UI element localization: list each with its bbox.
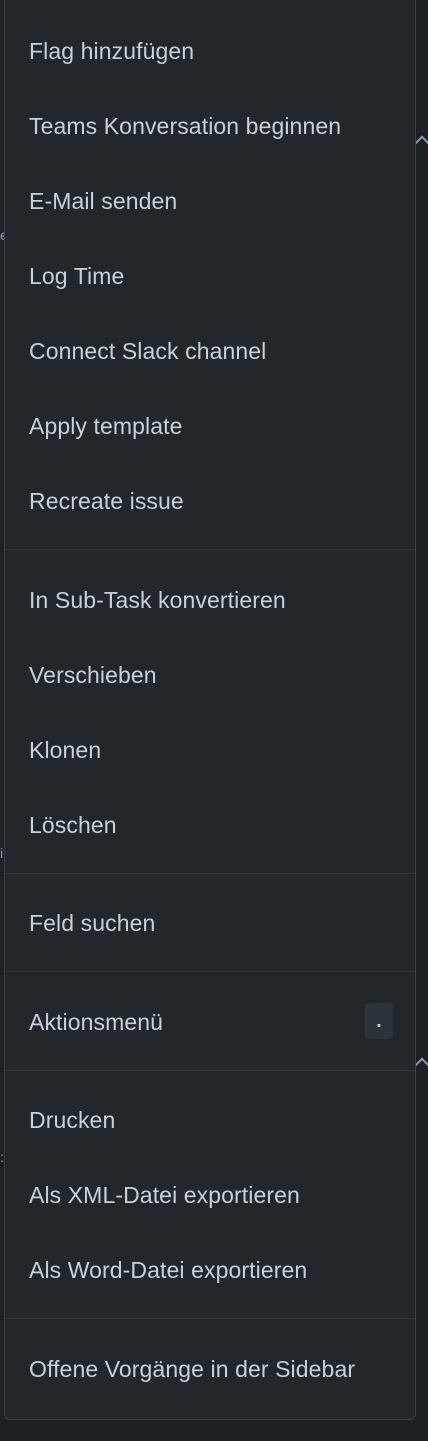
keyboard-shortcut-badge: . (365, 1003, 393, 1039)
menu-item-label: Als Word-Datei exportieren (29, 1256, 308, 1283)
menu-item-find-field[interactable]: Feld suchen (5, 887, 415, 959)
menu-item-actions-menu[interactable]: Aktionsmenü . (5, 986, 415, 1058)
menu-item-label: Als XML-Datei exportieren (29, 1181, 300, 1208)
menu-divider (5, 873, 415, 874)
menu-item-connect-slack[interactable]: Connect Slack channel (5, 315, 415, 387)
menu-item-label: E-Mail senden (29, 187, 178, 214)
menu-item-label: Teams Konversation beginnen (29, 112, 342, 139)
menu-item-label: Flag hinzufügen (29, 37, 195, 64)
menu-item-label: Drucken (29, 1106, 116, 1133)
menu-item-teams-conversation[interactable]: Teams Konversation beginnen (5, 90, 415, 162)
menu-item-export-word[interactable]: Als Word-Datei exportieren (5, 1234, 415, 1306)
menu-item-open-issues-sidebar[interactable]: Offene Vorgänge in der Sidebar (5, 1333, 415, 1405)
menu-item-move[interactable]: Verschieben (5, 639, 415, 711)
menu-divider (5, 549, 415, 550)
menu-item-label: Apply template (29, 412, 183, 439)
menu-item-label: Löschen (29, 811, 117, 838)
menu-item-print[interactable]: Drucken (5, 1084, 415, 1156)
menu-item-clone[interactable]: Klonen (5, 714, 415, 786)
menu-divider (5, 971, 415, 972)
menu-item-label: Klonen (29, 736, 102, 763)
menu-item-label: Recreate issue (29, 487, 184, 514)
menu-item-label: Verschieben (29, 661, 157, 688)
menu-item-label: Log Time (29, 262, 125, 289)
menu-item-export-xml[interactable]: Als XML-Datei exportieren (5, 1159, 415, 1231)
menu-item-label: Connect Slack channel (29, 337, 267, 364)
menu-item-label: Aktionsmenü (29, 1008, 164, 1035)
menu-item-add-flag[interactable]: Flag hinzufügen (5, 15, 415, 87)
menu-item-log-time[interactable]: Log Time (5, 240, 415, 312)
menu-item-label: Offene Vorgänge in der Sidebar (29, 1355, 356, 1382)
menu-item-label: Feld suchen (29, 909, 156, 936)
more-actions-menu: Flag hinzufügen Teams Konversation begin… (4, 0, 416, 1420)
menu-divider (5, 1318, 415, 1319)
menu-item-convert-subtask[interactable]: In Sub-Task konvertieren (5, 564, 415, 636)
menu-item-recreate-issue[interactable]: Recreate issue (5, 465, 415, 537)
backdrop-text-fragment: i (0, 845, 4, 861)
menu-item-label: In Sub-Task konvertieren (29, 586, 286, 613)
menu-item-delete[interactable]: Löschen (5, 789, 415, 861)
menu-divider (5, 1070, 415, 1071)
menu-item-send-email[interactable]: E-Mail senden (5, 165, 415, 237)
menu-item-apply-template[interactable]: Apply template (5, 390, 415, 462)
